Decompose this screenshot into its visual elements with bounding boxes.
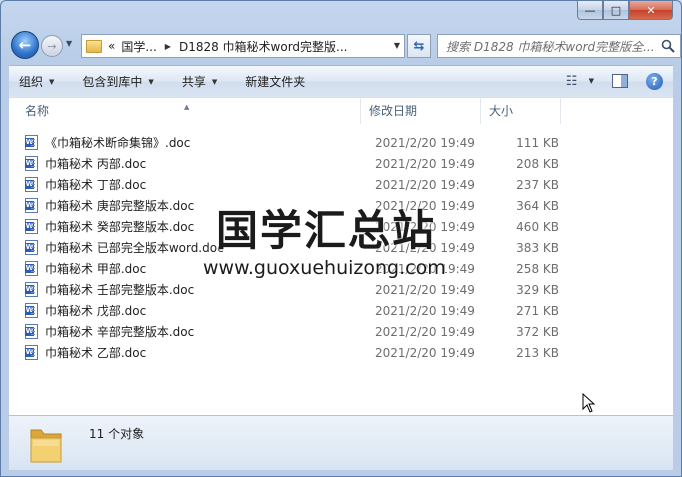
word-doc-icon (25, 198, 38, 213)
details-pane: 11 个对象 (9, 415, 673, 470)
address-dropdown-icon[interactable]: ▼ (394, 41, 400, 50)
file-size: 460 KB (516, 219, 559, 234)
watermark-title: 国学汇总站 (216, 206, 437, 255)
file-name: 巾箱秘术 乙部.doc (45, 346, 147, 360)
folder-icon (30, 429, 62, 463)
table-row[interactable]: 巾箱秘术 辛部完整版本.doc 2021/2/20 19:49 372 KB (25, 321, 673, 342)
search-input[interactable]: 搜索 D1828 巾箱秘术word完整版全... (446, 38, 656, 55)
change-view-icon[interactable]: ☷ (561, 72, 583, 90)
back-button[interactable]: ← (11, 31, 39, 59)
table-row[interactable]: 巾箱秘术 丙部.doc 2021/2/20 19:49 208 KB (25, 153, 673, 174)
column-name-label: 名称 (25, 104, 50, 118)
file-date: 2021/2/20 19:49 (375, 156, 475, 171)
chevron-down-icon: ▼ (148, 77, 154, 86)
column-header-name[interactable]: 名称 ▲ (9, 98, 361, 124)
refresh-button[interactable]: ⇆ (407, 34, 431, 58)
share-button[interactable]: 共享 ▼ (182, 73, 217, 90)
include-in-library-button[interactable]: 包含到库中 ▼ (82, 73, 153, 90)
mouse-pointer-icon (582, 393, 596, 413)
chevron-down-icon: ▼ (49, 77, 55, 86)
close-button[interactable]: ✕ (629, 1, 673, 20)
help-icon[interactable]: ? (646, 72, 663, 90)
toolbar-right-group: ☷ ▼ ? (561, 72, 663, 90)
new-folder-label: 新建文件夹 (245, 75, 306, 89)
view-dropdown-icon[interactable]: ▼ (589, 77, 594, 85)
file-date: 2021/2/20 19:49 (375, 345, 475, 360)
word-doc-icon (25, 345, 38, 360)
caption-buttons: — □ ✕ (577, 1, 673, 21)
table-row[interactable]: 巾箱秘术 丁部.doc 2021/2/20 19:49 237 KB (25, 174, 673, 195)
file-name: 巾箱秘术 壬部完整版本.doc (45, 283, 195, 297)
new-folder-button[interactable]: 新建文件夹 (245, 73, 305, 90)
file-date: 2021/2/20 19:49 (375, 303, 475, 318)
breadcrumb-item-guoxue[interactable]: 国学... (121, 38, 156, 55)
breadcrumb-overflow[interactable]: « (108, 39, 115, 53)
folder-icon (86, 39, 102, 53)
chevron-down-icon: ▼ (211, 77, 218, 86)
file-name: 巾箱秘术 辛部完整版本.doc (45, 325, 195, 339)
organize-button[interactable]: 组织 ▼ (19, 73, 54, 90)
breadcrumb-item-current[interactable]: D1828 巾箱秘术word完整版... (179, 38, 348, 55)
file-date: 2021/2/20 19:49 (375, 135, 475, 150)
search-icon[interactable] (661, 39, 675, 53)
column-header-date[interactable]: 修改日期 (361, 98, 481, 124)
share-label: 共享 (181, 75, 206, 89)
file-size: 237 KB (516, 177, 559, 192)
file-date: 2021/2/20 19:49 (375, 177, 475, 192)
word-doc-icon (25, 303, 38, 318)
file-size: 208 KB (516, 156, 559, 171)
word-doc-icon (25, 219, 38, 234)
item-count-status: 11 个对象 (89, 427, 145, 441)
file-size: 111 KB (516, 135, 559, 150)
minimize-button[interactable]: — (577, 1, 603, 20)
explorer-window: — □ ✕ ← → ▼ « 国学... ▶ D1828 巾箱秘术word完整版.… (0, 0, 682, 477)
include-in-library-label: 包含到库中 (82, 75, 143, 89)
table-row[interactable]: 巾箱秘术 壬部完整版本.doc 2021/2/20 19:49 329 KB (25, 279, 673, 300)
file-size: 329 KB (516, 282, 559, 297)
command-bar: 组织 ▼ 包含到库中 ▼ 共享 ▼ 新建文件夹 ☷ ▼ ? (9, 65, 673, 97)
file-name: 巾箱秘术 丁部.doc (45, 178, 147, 192)
table-row[interactable]: 《巾箱秘术断命集锦》.doc 2021/2/20 19:49 111 KB (25, 132, 673, 153)
file-name: 巾箱秘术 戊部.doc (45, 304, 147, 318)
navigation-bar: ← → ▼ « 国学... ▶ D1828 巾箱秘术word完整版... ▼ ⇆… (9, 31, 681, 59)
preview-pane-icon[interactable] (612, 74, 628, 88)
file-name: 巾箱秘术 丙部.doc (45, 157, 147, 171)
column-headers: 名称 ▲ 修改日期 大小 (9, 98, 673, 124)
word-doc-icon (25, 156, 38, 171)
file-size: 213 KB (516, 345, 559, 360)
file-size: 258 KB (516, 261, 559, 276)
forward-button[interactable]: → (41, 35, 63, 57)
word-doc-icon (25, 282, 38, 297)
column-header-size[interactable]: 大小 (481, 98, 561, 124)
word-doc-icon (25, 261, 38, 276)
breadcrumb-separator-icon[interactable]: ▶ (165, 42, 171, 51)
word-doc-icon (25, 177, 38, 192)
word-doc-icon (25, 324, 38, 339)
file-size: 364 KB (516, 198, 559, 213)
file-name: 《巾箱秘术断命集锦》.doc (45, 136, 191, 150)
table-row[interactable]: 巾箱秘术 戊部.doc 2021/2/20 19:49 271 KB (25, 300, 673, 321)
maximize-button[interactable]: □ (603, 1, 629, 20)
file-size: 372 KB (516, 324, 559, 339)
word-doc-icon (25, 240, 38, 255)
file-date: 2021/2/20 19:49 (375, 282, 475, 297)
sort-ascending-icon: ▲ (184, 103, 190, 111)
organize-label: 组织 (19, 75, 44, 89)
file-date: 2021/2/20 19:49 (375, 324, 475, 339)
search-box[interactable]: 搜索 D1828 巾箱秘术word完整版全... (437, 34, 681, 58)
file-size: 271 KB (516, 303, 559, 318)
address-bar[interactable]: « 国学... ▶ D1828 巾箱秘术word完整版... ▼ (81, 34, 405, 58)
table-row[interactable]: 巾箱秘术 乙部.doc 2021/2/20 19:49 213 KB (25, 342, 673, 363)
recent-pages-dropdown[interactable]: ▼ (66, 39, 72, 48)
word-doc-icon (25, 135, 38, 150)
file-size: 383 KB (516, 240, 559, 255)
watermark-url: www.guoxuehuizong.com (203, 257, 446, 279)
